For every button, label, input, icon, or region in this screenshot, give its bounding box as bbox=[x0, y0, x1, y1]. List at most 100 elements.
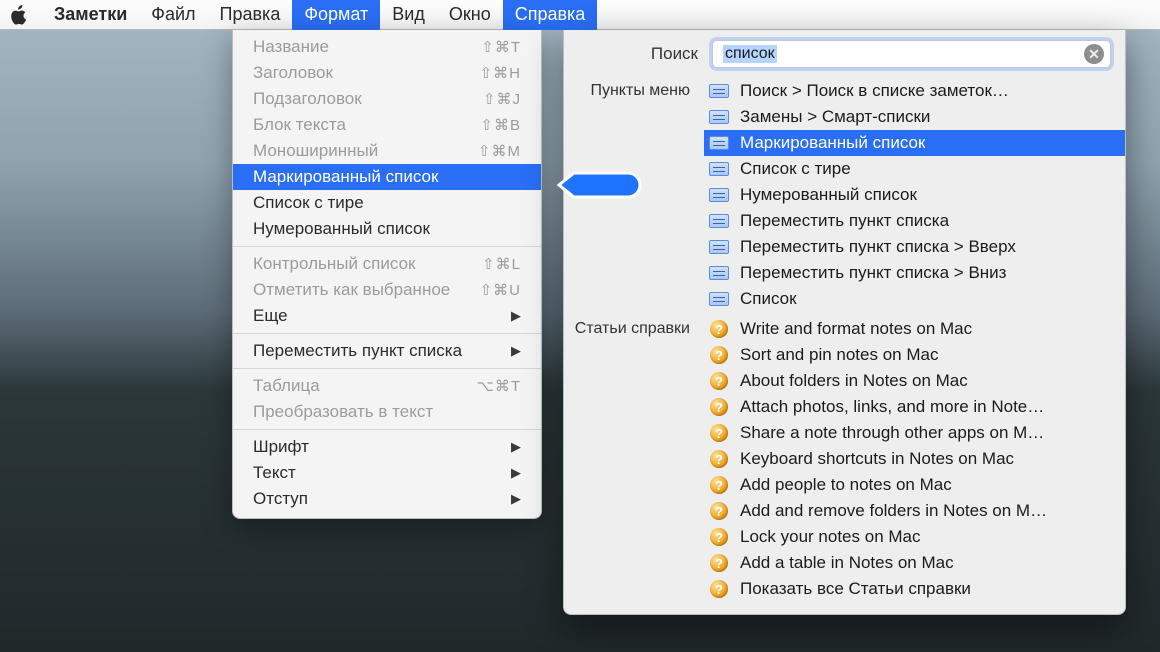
menu-item-label: Моноширинный bbox=[253, 141, 478, 161]
menu-item-label: Шрифт bbox=[253, 437, 511, 457]
help-article-icon: ? bbox=[708, 476, 730, 494]
menubar-item-format[interactable]: Формат bbox=[292, 0, 380, 30]
help-result-label: Add people to notes on Mac bbox=[740, 475, 952, 495]
help-article-result[interactable]: ?Add a table in Notes on Mac bbox=[704, 550, 1125, 576]
help-menu-result[interactable]: Список bbox=[704, 286, 1125, 312]
format-menu-item: Название⇧⌘T bbox=[233, 34, 541, 60]
help-result-label: Маркированный список bbox=[740, 133, 925, 153]
menu-item-shortcut: ⇧⌘T bbox=[481, 38, 521, 56]
menu-item-icon bbox=[708, 238, 730, 256]
menu-item-shortcut: ⇧⌘B bbox=[480, 116, 521, 134]
menu-item-label: Название bbox=[253, 37, 481, 57]
menubar-item-view[interactable]: Вид bbox=[380, 0, 437, 30]
help-article-result[interactable]: ?Keyboard shortcuts in Notes on Mac bbox=[704, 446, 1125, 472]
menubar-item-help[interactable]: Справка bbox=[503, 0, 598, 30]
help-menu-result[interactable]: Поиск > Поиск в списке заметок… bbox=[704, 78, 1125, 104]
submenu-arrow-icon: ▶ bbox=[511, 308, 521, 324]
help-article-icon: ? bbox=[708, 424, 730, 442]
help-search-value: список bbox=[723, 45, 777, 63]
format-menu-item[interactable]: Список с тире bbox=[233, 190, 541, 216]
menu-item-shortcut: ⌥⌘T bbox=[477, 377, 521, 395]
help-articles-section: Статьи справки ?Write and format notes o… bbox=[564, 314, 1125, 604]
help-article-result[interactable]: ? Add people to notes on Mac bbox=[704, 472, 1125, 498]
format-menu-item: Таблица⌥⌘T bbox=[233, 373, 541, 399]
submenu-arrow-icon: ▶ bbox=[511, 343, 521, 359]
help-result-label: Показать все Статьи справки bbox=[740, 579, 971, 599]
menu-item-shortcut: ⇧⌘U bbox=[480, 281, 521, 299]
help-article-icon: ? bbox=[708, 450, 730, 468]
format-menu-item[interactable]: Текст▶ bbox=[233, 460, 541, 486]
help-menu-results-section: Пункты меню Поиск > Поиск в списке замет… bbox=[564, 76, 1125, 314]
menu-item-icon bbox=[708, 212, 730, 230]
help-menu-result[interactable]: Нумерованный список bbox=[704, 182, 1125, 208]
format-menu-item[interactable]: Нумерованный список bbox=[233, 216, 541, 242]
help-result-label: Lock your notes on Mac bbox=[740, 527, 920, 547]
menubar-item-edit[interactable]: Правка bbox=[208, 0, 293, 30]
format-menu-item[interactable]: Переместить пункт списка▶ bbox=[233, 338, 541, 364]
help-article-result[interactable]: ?About folders in Notes on Mac bbox=[704, 368, 1125, 394]
apple-icon bbox=[11, 5, 28, 25]
menu-item-label: Отметить как выбранное bbox=[253, 280, 480, 300]
menu-item-shortcut: ⇧⌘J bbox=[483, 90, 521, 108]
help-article-result[interactable]: ?Write and format notes on Mac bbox=[704, 316, 1125, 342]
submenu-arrow-icon: ▶ bbox=[511, 491, 521, 507]
help-article-result[interactable]: ?Sort and pin notes on Mac bbox=[704, 342, 1125, 368]
menu-item-label: Маркированный список bbox=[253, 167, 521, 187]
format-menu-item[interactable]: Маркированный список bbox=[233, 164, 541, 190]
help-menu-result[interactable]: Переместить пункт списка > Вверх bbox=[704, 234, 1125, 260]
menu-item-icon bbox=[708, 134, 730, 152]
format-menu-item[interactable]: Отступ▶ bbox=[233, 486, 541, 512]
format-menu-item: Заголовок⇧⌘H bbox=[233, 60, 541, 86]
clear-search-button[interactable]: ✕ bbox=[1084, 44, 1104, 64]
format-menu-item: Блок текста⇧⌘B bbox=[233, 112, 541, 138]
help-menu-result[interactable]: Переместить пункт списка > Вниз bbox=[704, 260, 1125, 286]
help-search-row: Поиск список ✕ bbox=[564, 30, 1125, 76]
menu-item-label: Текст bbox=[253, 463, 511, 483]
help-menu-results-list: Поиск > Поиск в списке заметок…Замены > … bbox=[704, 78, 1125, 312]
menu-item-label: Подзаголовок bbox=[253, 89, 483, 109]
apple-menu[interactable] bbox=[8, 4, 30, 26]
menu-item-icon bbox=[708, 160, 730, 178]
help-menu-result[interactable]: Маркированный список bbox=[704, 130, 1125, 156]
menu-separator bbox=[233, 368, 541, 369]
menu-item-icon bbox=[708, 108, 730, 126]
format-menu-item[interactable]: Шрифт▶ bbox=[233, 434, 541, 460]
help-article-result[interactable]: ?Attach photos, links, and more in Note… bbox=[704, 394, 1125, 420]
format-menu-item: Подзаголовок⇧⌘J bbox=[233, 86, 541, 112]
submenu-arrow-icon: ▶ bbox=[511, 465, 521, 481]
help-articles-list: ?Write and format notes on Mac?Sort and … bbox=[704, 316, 1125, 602]
menu-item-icon bbox=[708, 264, 730, 282]
help-result-label: Share a note through other apps on M… bbox=[740, 423, 1044, 443]
menubar-item-window[interactable]: Окно bbox=[437, 0, 503, 30]
help-article-result[interactable]: ? Share a note through other apps on M… bbox=[704, 420, 1125, 446]
help-article-result[interactable]: ? Показать все Статьи справки bbox=[704, 576, 1125, 602]
help-menu-result[interactable]: Переместить пункт списка bbox=[704, 208, 1125, 234]
menu-item-icon bbox=[708, 290, 730, 308]
format-menu-item: Преобразовать в текст bbox=[233, 399, 541, 425]
help-article-icon: ? bbox=[708, 528, 730, 546]
format-menu-item: Контрольный список⇧⌘L bbox=[233, 251, 541, 277]
menubar-item-file[interactable]: Файл bbox=[139, 0, 207, 30]
format-menu-item[interactable]: Еще▶ bbox=[233, 303, 541, 329]
help-article-icon: ? bbox=[708, 580, 730, 598]
help-article-icon: ? bbox=[708, 502, 730, 520]
help-search-input[interactable]: список ✕ bbox=[712, 40, 1111, 68]
help-panel: Поиск список ✕ Пункты меню Поиск > Поиск… bbox=[563, 30, 1126, 615]
help-menu-result[interactable]: Замены > Смарт-списки bbox=[704, 104, 1125, 130]
help-result-label: Переместить пункт списка bbox=[740, 211, 949, 231]
help-article-result[interactable]: ? Lock your notes on Mac bbox=[704, 524, 1125, 550]
menu-item-label: Переместить пункт списка bbox=[253, 341, 511, 361]
menubar-app[interactable]: Заметки bbox=[42, 0, 139, 30]
help-article-icon: ? bbox=[708, 372, 730, 390]
help-articles-label: Статьи справки bbox=[564, 316, 704, 602]
help-result-label: Переместить пункт списка > Вверх bbox=[740, 237, 1016, 257]
menu-item-label: Контрольный список bbox=[253, 254, 482, 274]
help-result-label: Нумерованный список bbox=[740, 185, 917, 205]
help-article-icon: ? bbox=[708, 398, 730, 416]
menubar: Заметки Файл Правка Формат Вид Окно Спра… bbox=[0, 0, 1160, 30]
menu-item-label: Отступ bbox=[253, 489, 511, 509]
help-article-icon: ? bbox=[708, 320, 730, 338]
help-article-result[interactable]: ?Add and remove folders in Notes on M… bbox=[704, 498, 1125, 524]
help-menu-result[interactable]: Список с тире bbox=[704, 156, 1125, 182]
menu-item-label: Список с тире bbox=[253, 193, 521, 213]
